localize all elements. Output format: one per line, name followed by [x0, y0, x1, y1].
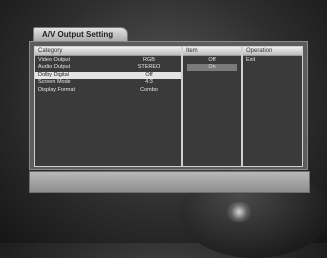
background-light-flare: [225, 202, 253, 222]
item-header: Item: [183, 47, 241, 56]
category-pane: Category Video Output RGB Audio Output S…: [34, 46, 182, 167]
category-label: Dolby Digital: [38, 71, 69, 78]
category-label: Audio Output: [38, 64, 71, 70]
operation-exit[interactable]: Exit: [243, 57, 302, 64]
category-row-video-output[interactable]: Video Output RGB: [35, 57, 181, 64]
help-bar: [29, 171, 310, 193]
item-option-off[interactable]: Off: [183, 57, 241, 64]
category-value: 4:3: [145, 79, 153, 85]
category-row-dolby-digital[interactable]: Dolby Digital Off: [35, 71, 181, 79]
operation-header: Operation: [243, 47, 302, 56]
item-option-on[interactable]: On: [187, 64, 237, 71]
category-row-audio-output[interactable]: Audio Output STEREO: [35, 64, 181, 71]
menu-title: A/V Output Setting: [33, 27, 129, 42]
category-label: Display Format: [38, 86, 75, 93]
category-label: Screen Mode: [38, 79, 71, 85]
category-header: Category: [35, 47, 181, 56]
category-value: Combo: [140, 86, 158, 93]
category-row-display-format[interactable]: Display Format Combo: [35, 87, 181, 94]
category-value: RGB: [143, 56, 155, 63]
item-pane: Item Off On: [182, 46, 242, 167]
menu-frame: Category Video Output RGB Audio Output S…: [29, 41, 308, 170]
category-row-screen-mode[interactable]: Screen Mode 4:3: [35, 79, 181, 86]
category-label: Video Output: [38, 56, 71, 63]
category-value: STEREO: [137, 64, 161, 70]
operation-pane: Operation Exit: [242, 46, 303, 167]
category-value: Off: [145, 71, 153, 78]
